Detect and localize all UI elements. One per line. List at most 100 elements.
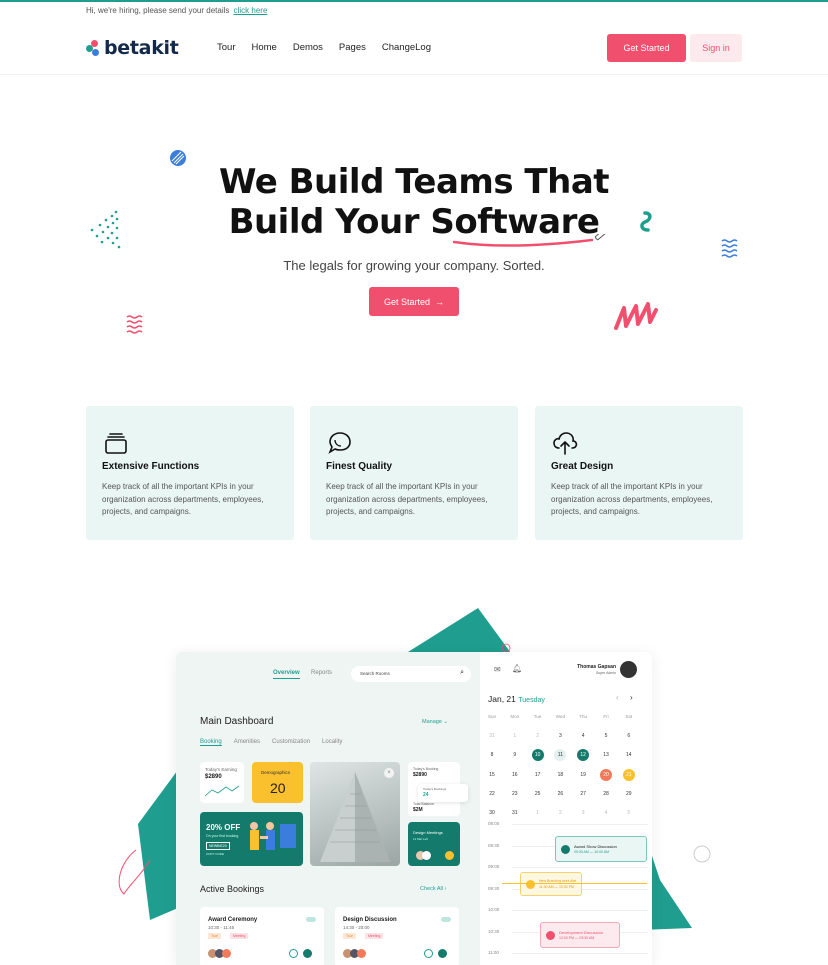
nav-item-demos[interactable]: Demos [293, 42, 323, 53]
calendar-day-cell[interactable]: 16 [509, 769, 521, 781]
calendar-day-cell[interactable]: 2 [554, 807, 566, 819]
chevron-right-icon[interactable]: › [630, 693, 633, 702]
subtab-amenities[interactable]: Amenities [234, 739, 260, 746]
time-label: 08:30 [488, 842, 500, 848]
event-icon [526, 880, 535, 889]
promo-copy-button[interactable]: COPY CODE [206, 852, 224, 856]
hero-subtitle: The legals for growing your company. Sor… [283, 258, 545, 273]
hero-title: We Build Teams That Build Your Software [0, 162, 828, 242]
calendar-day-cell[interactable]: 23 [509, 788, 521, 800]
chevron-left-icon[interactable]: ‹ [616, 693, 619, 702]
user-avatar[interactable] [620, 661, 637, 678]
current-time-line [502, 883, 647, 884]
check-all-link[interactable]: Check All › [420, 886, 446, 892]
action-icon[interactable] [445, 851, 454, 860]
toggle-switch[interactable] [441, 917, 451, 922]
toggle-switch[interactable] [306, 917, 316, 922]
calendar-day-cell[interactable]: 20 [600, 768, 612, 781]
logo-icon [86, 39, 102, 57]
calendar-day-cell[interactable]: 9 [509, 749, 521, 761]
nav-sign-in-button[interactable]: Sign in [690, 34, 742, 62]
subtab-booking[interactable]: Booking [200, 739, 222, 746]
event-card[interactable]: Award Show Discussion 09:30 AM — 10:00 A… [555, 836, 647, 862]
nav-item-changelog[interactable]: ChangeLog [382, 42, 431, 53]
calendar-day-cell[interactable]: 10 [531, 749, 544, 762]
booking-card[interactable]: Award Ceremony 10:30 - 11:45 Tour Meetin… [200, 907, 324, 965]
earning-value: $2890 [205, 774, 222, 780]
brand-logo[interactable]: betakit [86, 37, 179, 59]
calendar-day-cell[interactable]: 14 [623, 749, 635, 761]
booking-value: $2890 [413, 772, 427, 778]
search-icon: ⌕ [460, 669, 464, 676]
open-icon[interactable] [438, 949, 447, 958]
calendar-day-cell[interactable]: 3 [554, 730, 566, 742]
calendar-day-cell[interactable]: 6 [623, 730, 635, 742]
underline-stroke-decoration [452, 234, 606, 247]
calendar-day-cell[interactable]: 22 [486, 788, 498, 800]
calendar-day-cell[interactable]: 5 [600, 730, 612, 742]
hero-get-started-button[interactable]: Get Started → [369, 287, 459, 316]
tab-reports[interactable]: Reports [311, 670, 332, 676]
calendar-day-cell[interactable]: 29 [623, 788, 635, 800]
calendar-day-cell[interactable]: 25 [532, 788, 544, 800]
cloud-upload-icon [553, 432, 578, 455]
nav-item-tour[interactable]: Tour [217, 42, 235, 53]
calendar-day-cell[interactable]: 18 [554, 769, 566, 781]
calendar-day-cell[interactable]: 1 [509, 730, 521, 742]
time-gridline [512, 953, 648, 954]
calendar-day-cell[interactable]: 11 [554, 749, 567, 762]
bell-icon[interactable]: 🔔︎ [512, 664, 522, 673]
hiring-text: Hi, we're hiring, please send your detai… [86, 6, 230, 15]
search-rooms-input[interactable]: Search Rooms ⌕ [351, 666, 471, 682]
calendar-day-cell[interactable]: 13 [600, 749, 612, 761]
booking-card[interactable]: Design Discussion 14:30 - 20:00 Tour Mee… [335, 907, 459, 965]
calendar-day-cell[interactable]: 8 [486, 749, 498, 761]
calendar-day-cell[interactable]: 4 [577, 730, 589, 742]
calendar-day-cell[interactable]: 27 [577, 788, 589, 800]
promo-card[interactable]: 20% OFF On your first booking NEWBIE20 C… [200, 812, 303, 866]
nav-item-pages[interactable]: Pages [339, 42, 366, 53]
event-time: 11:30 AM — 10:30 PM [539, 885, 574, 889]
handshake-illustration [250, 822, 296, 850]
weekday-label: Sat [625, 714, 633, 719]
hero-cta-label: Get Started [383, 296, 431, 307]
calendar-date: Jan, 21 Tuesday [488, 694, 545, 704]
manage-dropdown[interactable]: Manage ⌄ [422, 719, 448, 725]
event-card[interactable]: Development Discussion 12:00 PM — 03:30 … [540, 922, 620, 948]
calendar-day-cell[interactable]: 4 [600, 807, 612, 819]
calendar-day-cell[interactable]: 26 [554, 788, 566, 800]
calendar-day-cell[interactable]: 31 [486, 730, 498, 742]
edit-icon[interactable] [289, 949, 298, 958]
calendar-day-cell[interactable]: 21 [622, 768, 635, 781]
user-name: Thomas Gapsan [577, 664, 616, 670]
subtab-customization[interactable]: Customization [272, 739, 310, 746]
edit-icon[interactable] [424, 949, 433, 958]
subtab-locality[interactable]: Locality [322, 739, 342, 746]
calendar-day-cell[interactable]: 2 [532, 730, 544, 742]
calendar-day-cell[interactable]: 17 [532, 769, 544, 781]
calendar-day-cell[interactable]: 31 [509, 807, 521, 819]
layers-icon [105, 433, 127, 454]
calendar-day-cell[interactable]: 5 [623, 807, 635, 819]
close-icon[interactable]: × [384, 768, 394, 778]
calendar-day-cell[interactable]: 1 [532, 807, 544, 819]
feature-card-extensive-functions: Extensive Functions Keep track of all th… [86, 406, 294, 540]
nav-item-home[interactable]: Home [251, 42, 276, 53]
hiring-link[interactable]: click here [234, 6, 268, 15]
calendar-day-cell[interactable]: 28 [600, 788, 612, 800]
event-card[interactable]: New Branding work Alet 11:30 AM — 10:30 … [520, 872, 582, 896]
design-meetings-card[interactable]: Design Meetings 11 Mar Left [408, 822, 460, 866]
tab-overview[interactable]: Overview [273, 670, 300, 679]
calendar-day-cell[interactable]: 19 [577, 769, 589, 781]
time-gridline [512, 910, 648, 911]
calendar-day-cell[interactable]: 30 [486, 807, 498, 819]
calendar-day-cell[interactable]: 12 [577, 749, 590, 762]
tag-meeting: Meeting [365, 933, 384, 939]
open-icon[interactable] [303, 949, 312, 958]
calendar-day-cell[interactable]: 3 [577, 807, 589, 819]
nav-get-started-button[interactable]: Get Started [607, 34, 686, 62]
mail-icon[interactable]: ✉ [494, 665, 501, 674]
calendar-day-cell[interactable]: 15 [486, 769, 498, 781]
time-label: 09:30 [488, 885, 500, 891]
dashboard-subtabs: Booking Amenities Customization Locality [200, 739, 342, 746]
